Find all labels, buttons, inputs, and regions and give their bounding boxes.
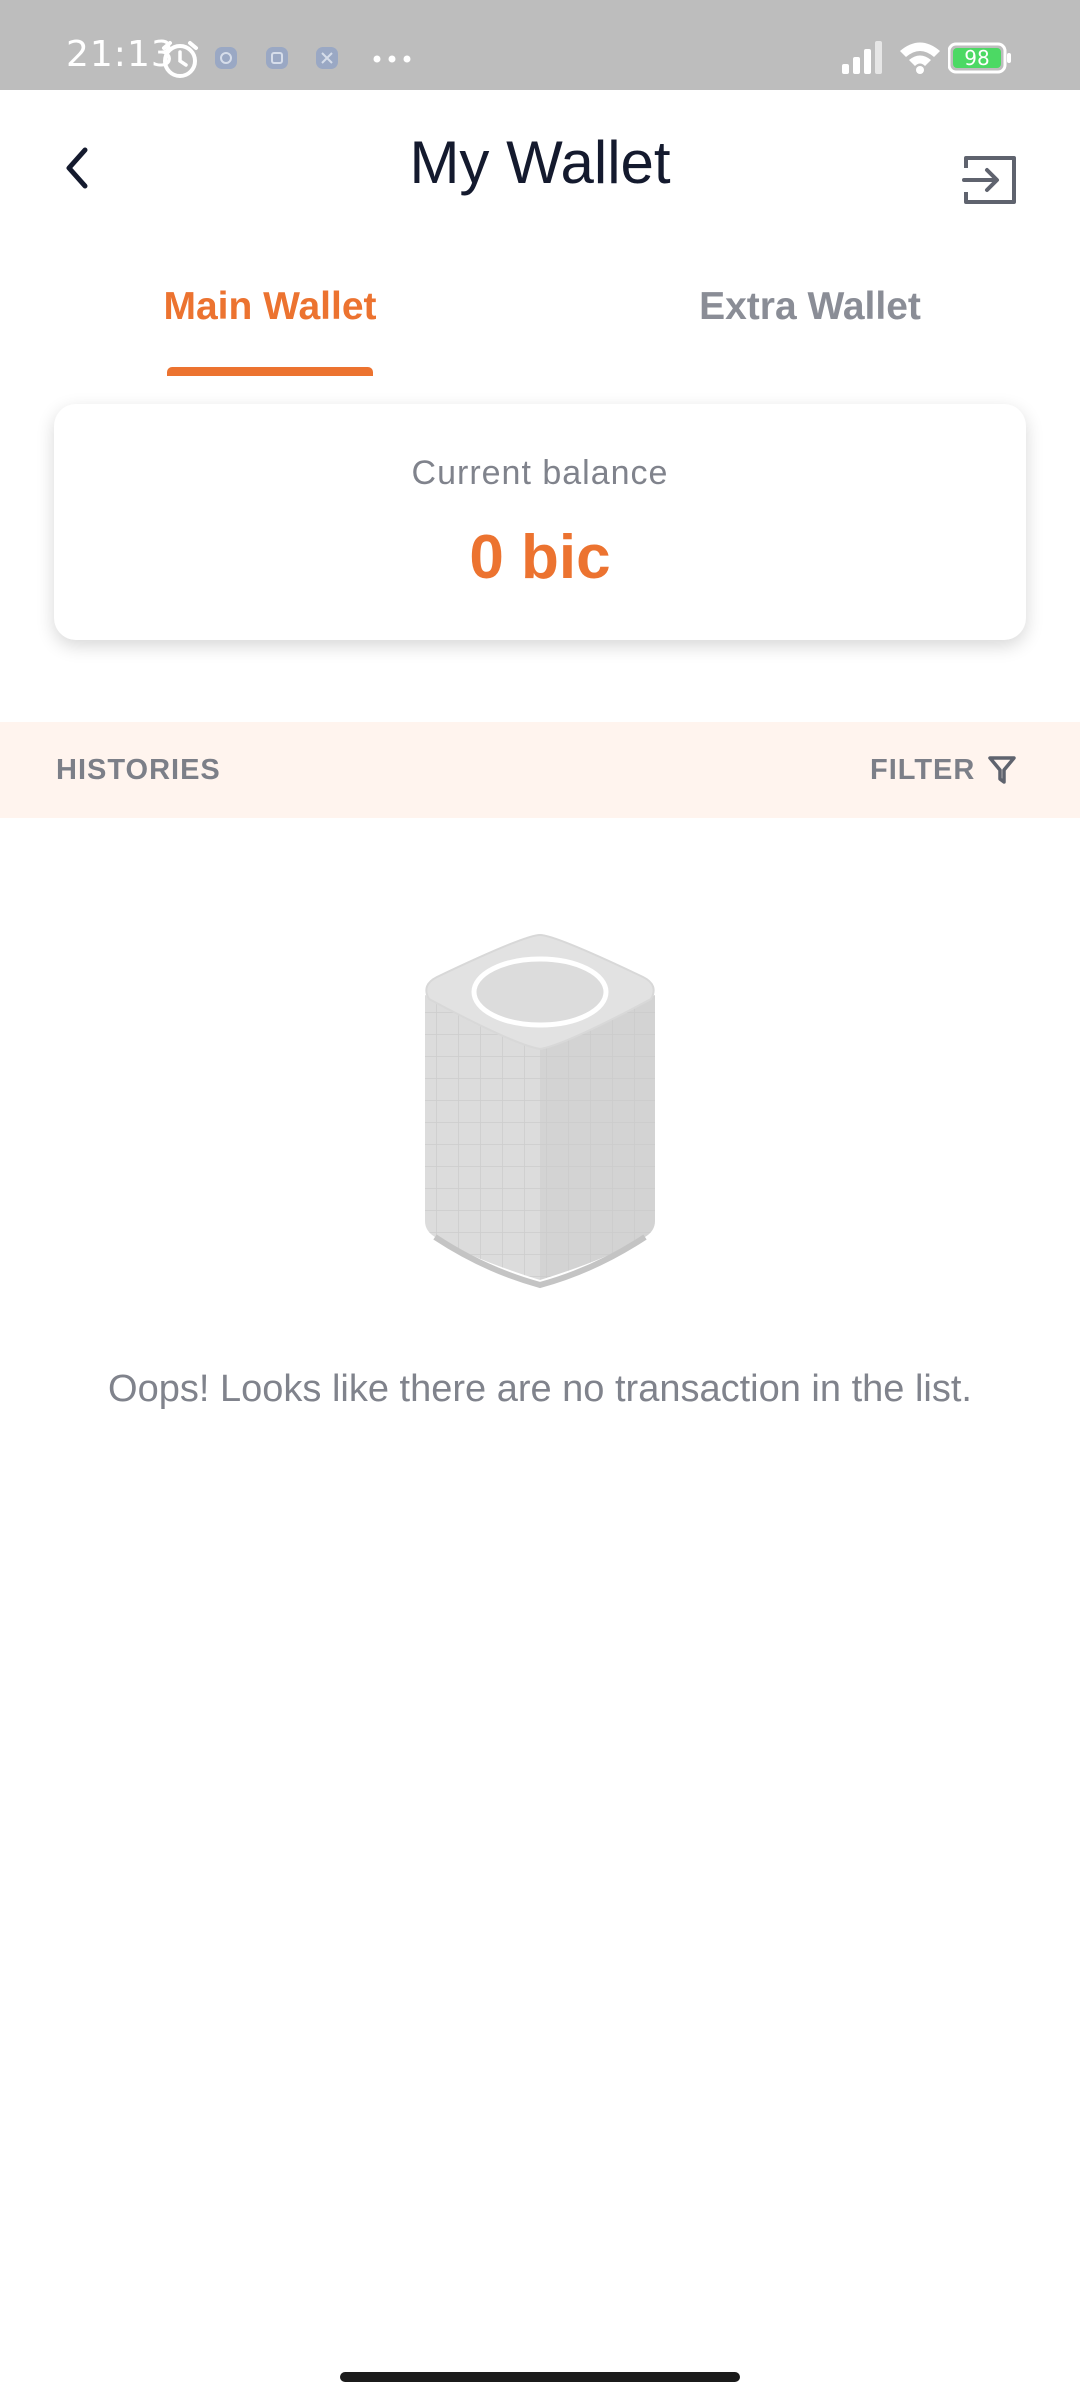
wallet-tabs: Main Wallet Extra Wallet	[0, 270, 1080, 380]
empty-message: Oops! Looks like there are no transactio…	[108, 1368, 972, 1410]
histories-label: HISTORIES	[56, 754, 221, 786]
balance-label: Current balance	[411, 454, 669, 492]
app-notification-icon	[215, 47, 237, 69]
app-notification-icon	[266, 47, 288, 69]
signal-icon	[842, 41, 882, 74]
more-icon	[373, 55, 411, 63]
active-tab-indicator	[167, 367, 373, 376]
tab-main-wallet[interactable]: Main Wallet	[150, 270, 390, 380]
logout-icon	[962, 156, 1016, 204]
filter-button[interactable]: FILTER	[870, 744, 1017, 796]
app-notification-icon	[316, 47, 338, 69]
wifi-icon	[900, 42, 940, 74]
status-bar: 21:13 98	[0, 0, 1080, 90]
balance-card: Current balance 0 bic	[54, 404, 1026, 640]
logout-button[interactable]	[960, 150, 1020, 210]
balance-value: 0 bic	[469, 523, 611, 592]
tab-label: Extra Wallet	[699, 285, 921, 328]
tab-label: Main Wallet	[163, 285, 377, 328]
empty-box-illustration	[425, 933, 655, 1289]
page-title: My Wallet	[409, 129, 671, 196]
battery-level: 98	[964, 46, 990, 70]
tab-extra-wallet[interactable]: Extra Wallet	[690, 270, 930, 380]
filter-label: FILTER	[870, 753, 976, 786]
app-header: My Wallet	[0, 90, 1080, 240]
filter-icon	[988, 756, 1017, 784]
histories-bar: HISTORIES FILTER	[0, 722, 1080, 818]
home-indicator[interactable]	[340, 2372, 740, 2382]
alarm-icon	[162, 41, 198, 78]
